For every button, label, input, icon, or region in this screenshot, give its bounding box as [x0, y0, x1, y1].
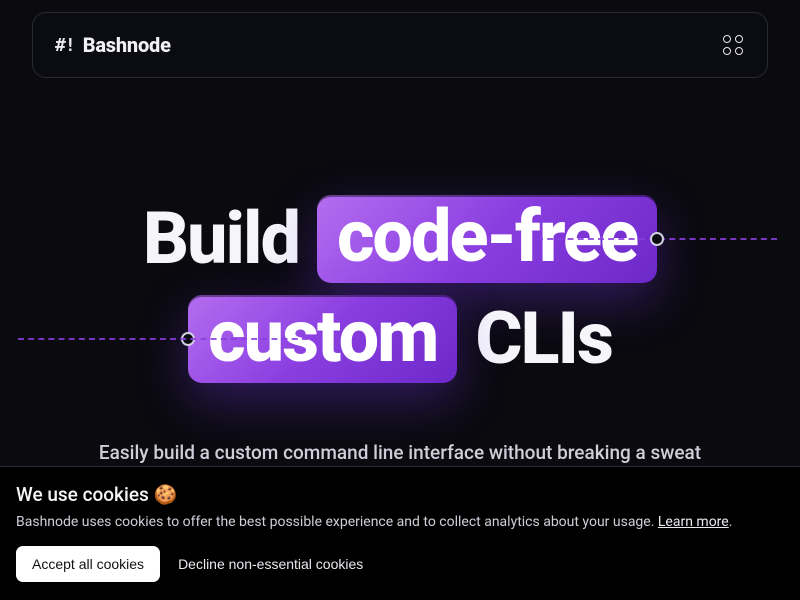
menu-dot-icon [723, 35, 731, 43]
brand-name: Bashnode [83, 33, 171, 57]
cookie-learn-more-link[interactable]: Learn more [658, 514, 729, 530]
connector-dash-right [537, 238, 777, 240]
hero-pill-code-free: code-free [317, 195, 657, 283]
cookie-body: Bashnode uses cookies to offer the best … [16, 514, 784, 530]
cookie-actions: Accept all cookies Decline non-essential… [16, 546, 784, 582]
hero-line-2: custom CLIs [0, 295, 800, 383]
menu-dot-icon [735, 35, 743, 43]
app-menu-button[interactable] [721, 33, 745, 57]
hero-word-clis: CLIs [475, 303, 612, 375]
hero-word-custom: custom [208, 301, 437, 373]
connector-dash-left [18, 338, 318, 340]
decline-cookies-button[interactable]: Decline non-essential cookies [178, 556, 363, 572]
hero: Build code-free custom CLIs Easily build… [0, 195, 800, 464]
top-nav: #! Bashnode [32, 12, 768, 78]
cookie-title: We use cookies 🍪 [16, 483, 784, 506]
cookie-banner: We use cookies 🍪 Bashnode uses cookies t… [0, 466, 800, 600]
accept-cookies-button[interactable]: Accept all cookies [16, 546, 160, 582]
brand-mark-icon: #! [55, 35, 75, 56]
hero-word-build: Build [143, 203, 299, 275]
hero-subhead: Easily build a custom command line inter… [0, 441, 800, 464]
cookie-body-text: Bashnode uses cookies to offer the best … [16, 514, 658, 530]
hero-pill-custom: custom [188, 295, 457, 383]
cookie-body-post: . [729, 514, 733, 530]
menu-dot-icon [723, 47, 731, 55]
hero-word-code-free: code-free [337, 201, 637, 273]
menu-dot-icon [735, 47, 743, 55]
brand[interactable]: #! Bashnode [55, 33, 171, 57]
hero-line-1: Build code-free [0, 195, 800, 283]
